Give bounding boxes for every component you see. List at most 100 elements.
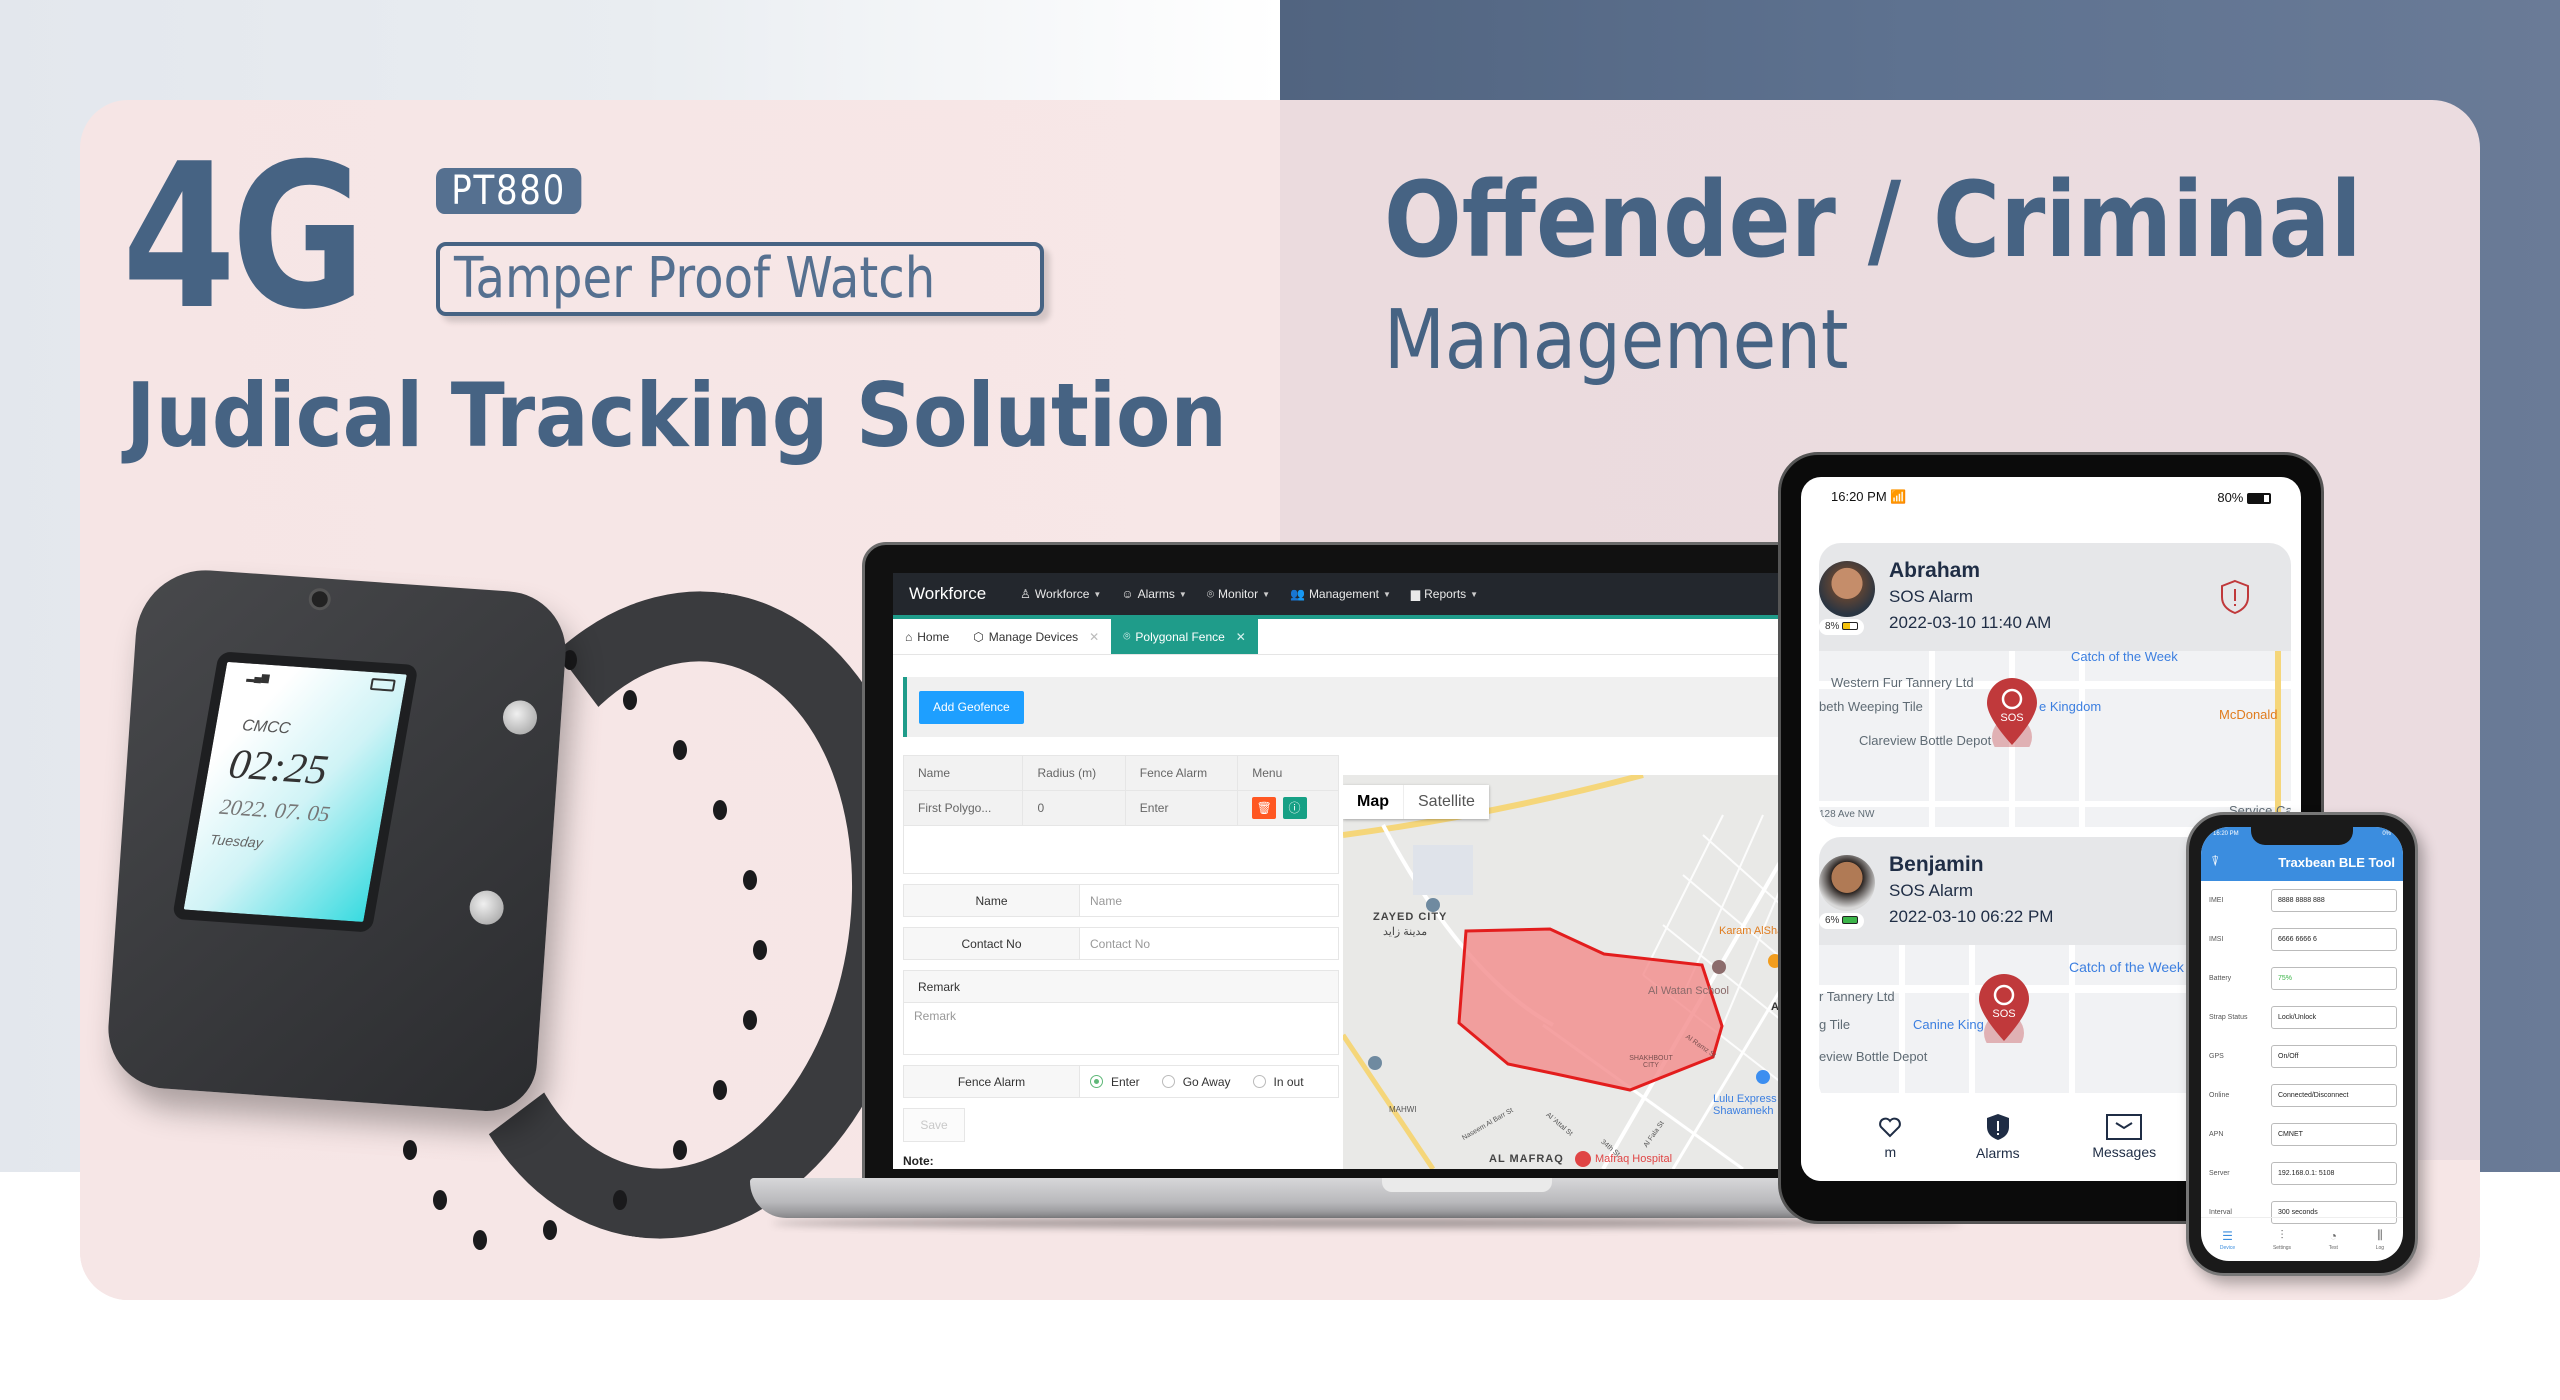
nav-item-settings[interactable]: ⫶ Settings bbox=[2273, 1228, 2291, 1251]
nav-label: Messages bbox=[2092, 1144, 2157, 1160]
info-button[interactable]: ⓘ bbox=[1282, 797, 1307, 819]
watch-carrier: CMCC bbox=[240, 717, 292, 738]
watch-camera bbox=[308, 587, 332, 611]
cell-name: First Polygo... bbox=[902, 790, 1024, 826]
field-row: IMSI 6666 6666 6 bbox=[2201, 920, 2403, 959]
alarm-card-abraham[interactable]: 8% Abraham SOS Alarm 2022-03-10 11:40 AM… bbox=[1819, 543, 2291, 827]
gauge-icon: ◔ bbox=[2329, 1228, 2337, 1243]
nav-item-test[interactable]: ◔ Test bbox=[2329, 1229, 2338, 1251]
map-label: Catch of the Week bbox=[2071, 651, 2178, 664]
nav-label: Settings bbox=[2272, 1245, 2292, 1251]
caret-down-icon: ▼ bbox=[1470, 589, 1479, 599]
delete-button[interactable]: 🗑 bbox=[1252, 797, 1277, 819]
menu-label: Workforce bbox=[1034, 587, 1090, 601]
geofence-map[interactable]: Map Satellite ZAYED CITY مدينة زايد Kara… bbox=[1343, 775, 1837, 1169]
offender-name: Benjamin bbox=[1889, 853, 1984, 876]
column-header: Name bbox=[902, 755, 1024, 791]
add-geofence-button[interactable]: Add Geofence bbox=[919, 691, 1024, 724]
page-body: Add Geofence Name Radius (m) Fence Alarm… bbox=[893, 655, 1837, 1169]
avatar bbox=[1819, 561, 1875, 617]
field-value[interactable]: Lock/Unlock bbox=[2271, 1006, 2397, 1029]
shield-alert-icon[interactable] bbox=[2219, 579, 2251, 615]
title-secondary: Management bbox=[1384, 293, 1849, 388]
nav-label: m bbox=[1884, 1144, 1897, 1160]
network-heading: 4G bbox=[122, 121, 366, 354]
device-fields: IMEI 8888 8888 888 IMSI 6666 6666 6 Batter… bbox=[2201, 881, 2403, 1232]
map-label: 128 Ave NW bbox=[1819, 809, 1875, 820]
report-icon: ▆ bbox=[1410, 587, 1421, 601]
radio-enter[interactable]: Enter bbox=[1090, 1075, 1140, 1089]
field-value[interactable]: On/Off bbox=[2271, 1045, 2397, 1068]
menu-monitor[interactable]: ⌾ Monitor ▼ bbox=[1207, 587, 1270, 602]
shield-alert-icon bbox=[1986, 1114, 2009, 1140]
radio-selected-icon bbox=[1090, 1075, 1103, 1088]
nav-item-messages[interactable]: Messages bbox=[2092, 1114, 2156, 1160]
contact-input[interactable] bbox=[1080, 928, 1338, 959]
battery-icon bbox=[2247, 492, 2271, 504]
cube-icon: ⬡ bbox=[973, 629, 984, 644]
close-icon[interactable]: ✕ bbox=[1089, 630, 1099, 644]
column-header: Radius (m) bbox=[1022, 755, 1126, 791]
field-value[interactable]: 6666 6666 6 bbox=[2271, 928, 2397, 951]
map-label: McDonald bbox=[2219, 707, 2278, 722]
nav-item-log[interactable]: ⫼ Log bbox=[2376, 1228, 2384, 1251]
radio-go-away[interactable]: Go Away bbox=[1161, 1075, 1231, 1089]
alarm-map[interactable]: Western Fur Tannery Ltd beth Weeping Til… bbox=[1819, 651, 2291, 827]
alarm-time: 2022-03-10 06:22 PM bbox=[1889, 907, 2054, 926]
phone-notch bbox=[2251, 827, 2353, 845]
nav-item-map[interactable]: m bbox=[1877, 1114, 1903, 1160]
field-value[interactable]: 75% bbox=[2271, 967, 2397, 990]
table-row[interactable]: First Polygo... 0 Enter 🗑 ⓘ bbox=[902, 790, 1339, 826]
field-value[interactable]: 192.168.0.1: 5108 bbox=[2271, 1162, 2397, 1185]
sos-map-pin[interactable]: SOS bbox=[1985, 677, 2039, 747]
map-toggle-satellite[interactable]: Satellite bbox=[1404, 785, 1489, 819]
nav-item-alarms[interactable]: Alarms bbox=[1976, 1113, 2020, 1161]
tab-home[interactable]: ⌂ Home bbox=[893, 619, 961, 654]
map-label: Canine King bbox=[1913, 1017, 1984, 1032]
battery-full-icon bbox=[1842, 916, 1859, 925]
field-value[interactable]: 8888 8888 888 bbox=[2271, 889, 2397, 912]
nav-item-device[interactable]: ☰ Device bbox=[2220, 1229, 2235, 1251]
remark-textarea[interactable] bbox=[904, 1003, 1338, 1049]
menu-management[interactable]: 👥 Management ▼ bbox=[1290, 587, 1391, 601]
fence-alarm-radio-group: Enter Go Away In out bbox=[1080, 1066, 1338, 1097]
map-toggle-map[interactable]: Map bbox=[1343, 785, 1404, 819]
field-label: IMEI bbox=[2209, 897, 2224, 904]
tab-manage-devices[interactable]: ⬡ Manage Devices ✕ bbox=[961, 619, 1111, 654]
menu-reports[interactable]: ▆ Reports ▼ bbox=[1411, 587, 1478, 601]
phone-status-time: 16:20 PM bbox=[2213, 831, 2239, 837]
menu-workforce[interactable]: ♙ Workforce ▼ bbox=[1020, 587, 1101, 601]
field-row: APN CMNET bbox=[2201, 1115, 2403, 1154]
tab-polygonal-fence[interactable]: ⌾ Polygonal Fence ✕ bbox=[1111, 619, 1258, 654]
device-battery-badge: 6% bbox=[1819, 913, 1865, 929]
menu-alarms[interactable]: ☺ Alarms ▼ bbox=[1121, 587, 1187, 601]
field-label: Online bbox=[2209, 1092, 2230, 1099]
close-icon[interactable]: ✕ bbox=[1236, 630, 1246, 644]
watch-side-button-top bbox=[501, 699, 539, 736]
map-street bbox=[1819, 801, 2291, 807]
sos-map-pin[interactable]: SOS bbox=[1977, 973, 2031, 1043]
battery-low-icon bbox=[1842, 622, 1859, 631]
heart-icon bbox=[1879, 1117, 1902, 1138]
remark-label: Remark bbox=[904, 971, 1338, 1003]
phone-status-battery: 0% bbox=[2382, 831, 2391, 837]
sliders-icon: ⫶ bbox=[2280, 1228, 2284, 1242]
radio-in-out[interactable]: In out bbox=[1252, 1075, 1304, 1089]
field-value[interactable]: Connected/Disconnect bbox=[2271, 1084, 2397, 1107]
phone-bottom-nav: ☰ Device ⫶ Settings ◔ Test ⫼ Log bbox=[2201, 1217, 2403, 1261]
wifi-icon: 📶 bbox=[1890, 489, 1907, 504]
watch-time: 02:25 bbox=[225, 741, 332, 794]
menu-label: Management bbox=[1308, 587, 1379, 601]
field-label: Strap Status bbox=[2209, 1014, 2248, 1021]
trash-icon: 🗑 bbox=[1256, 801, 1272, 815]
field-row: GPS On/Off bbox=[2201, 1037, 2403, 1076]
field-value[interactable]: CMNET bbox=[2271, 1123, 2397, 1146]
caret-down-icon: ▼ bbox=[1178, 589, 1187, 599]
save-button[interactable]: Save bbox=[903, 1108, 965, 1142]
bluetooth-logo-icon: ⍒ bbox=[2211, 853, 2220, 869]
radio-empty-icon bbox=[1252, 1075, 1266, 1088]
field-label: APN bbox=[2209, 1131, 2224, 1138]
name-input[interactable] bbox=[1080, 885, 1338, 916]
app-brand[interactable]: Workforce bbox=[909, 584, 986, 604]
map-street bbox=[2079, 651, 2085, 827]
